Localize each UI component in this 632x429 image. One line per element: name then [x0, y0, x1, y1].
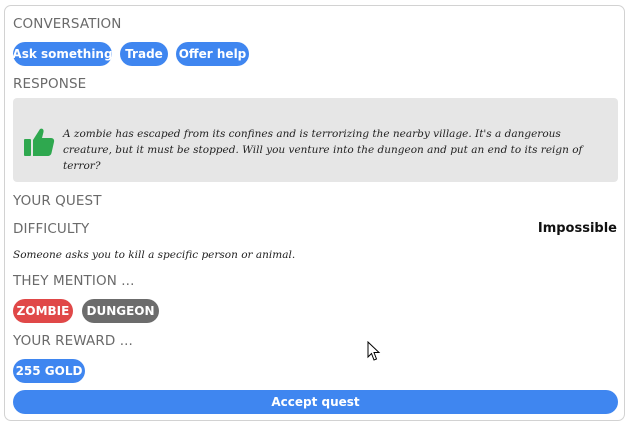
conversation-label: CONVERSATION — [13, 16, 122, 32]
quest-card: CONVERSATION Ask something Trade Offer h… — [4, 5, 625, 421]
difficulty-label: DIFFICULTY — [13, 221, 90, 237]
reward-badge: 255 GOLD — [13, 359, 85, 383]
offer-help-button[interactable]: Offer help — [176, 42, 249, 66]
accept-quest-button[interactable]: Accept quest — [13, 390, 618, 414]
thumbs-up-icon — [24, 128, 55, 156]
response-box: A zombie has escaped from its confines a… — [13, 98, 618, 182]
tag-zombie[interactable]: ZOMBIE — [13, 299, 73, 323]
quest-description: Someone asks you to kill a specific pers… — [13, 249, 296, 261]
mouse-cursor-icon — [367, 341, 381, 361]
response-label: RESPONSE — [13, 76, 87, 92]
trade-button[interactable]: Trade — [120, 42, 168, 66]
ask-something-button[interactable]: Ask something — [12, 42, 113, 66]
difficulty-value: Impossible — [537, 221, 617, 236]
tag-dungeon[interactable]: DUNGEON — [82, 299, 159, 323]
they-mention-label: THEY MENTION ... — [13, 273, 135, 289]
your-quest-label: YOUR QUEST — [13, 193, 102, 209]
response-text: A zombie has escaped from its confines a… — [63, 128, 583, 172]
your-reward-label: YOUR REWARD ... — [13, 333, 133, 349]
